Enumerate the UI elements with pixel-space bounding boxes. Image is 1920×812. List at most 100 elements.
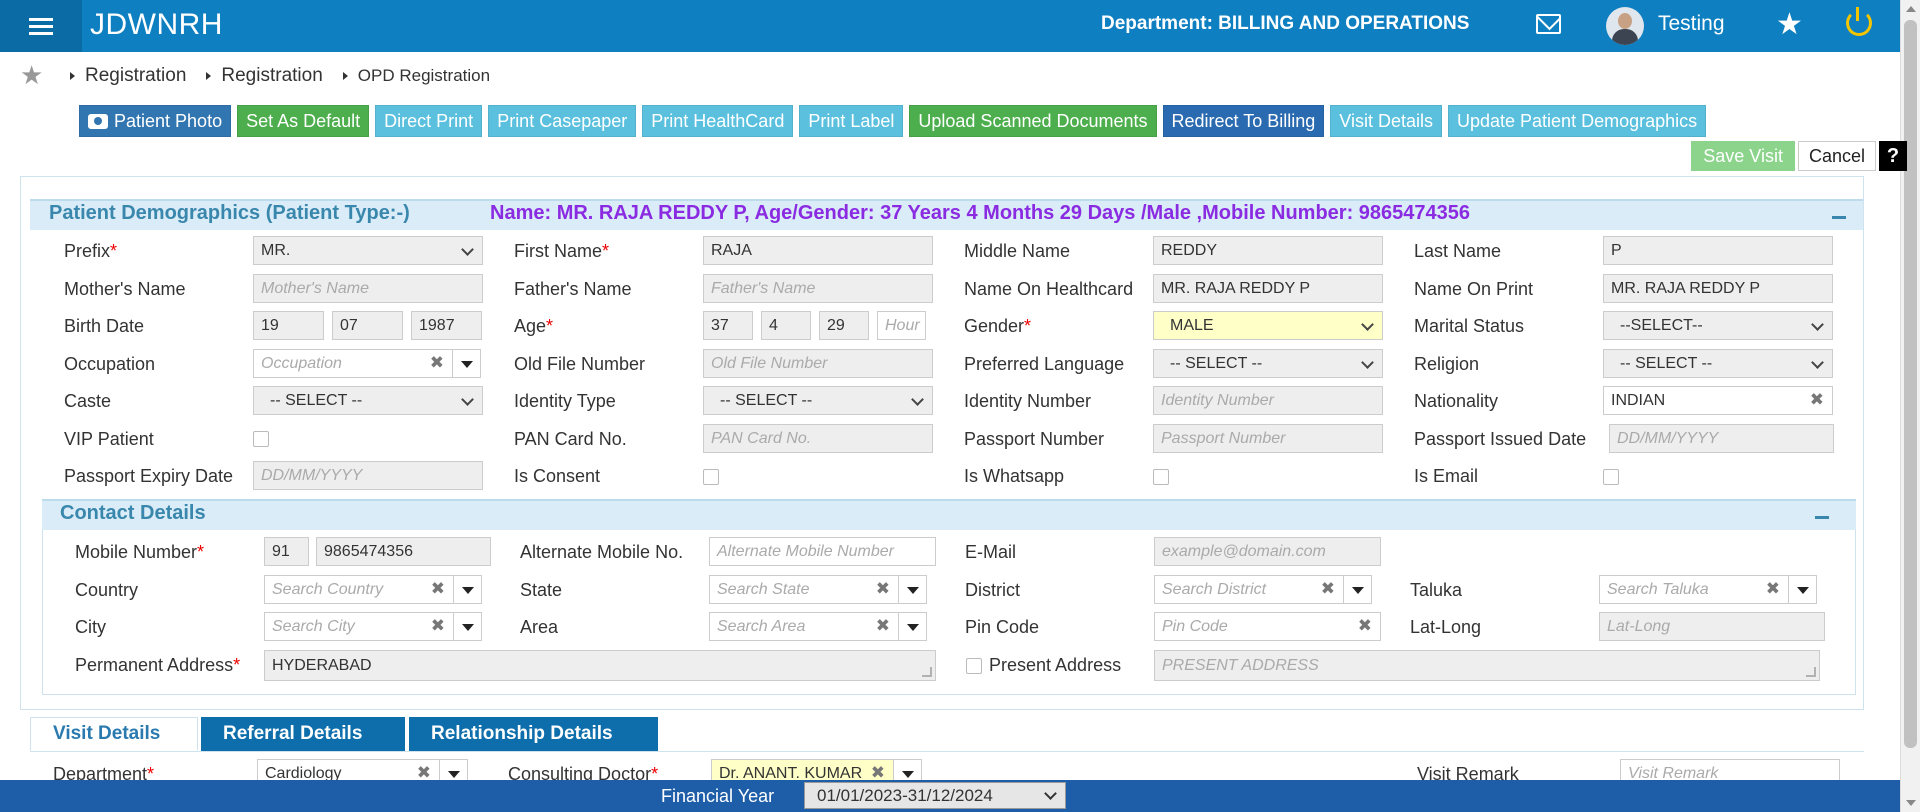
birth-year-field[interactable]: 1987 — [411, 311, 482, 340]
menu-toggle-button[interactable] — [0, 0, 82, 52]
latlong-field[interactable]: Lat-Long — [1599, 612, 1825, 641]
identity-type-select[interactable]: -- SELECT -- — [703, 386, 933, 415]
visit-details-button[interactable]: Visit Details — [1330, 105, 1442, 137]
mail-icon[interactable] — [1536, 14, 1561, 34]
religion-select[interactable]: -- SELECT -- — [1603, 349, 1833, 378]
upload-documents-button[interactable]: Upload Scanned Documents — [909, 105, 1157, 137]
birth-day-field[interactable]: 19 — [253, 311, 324, 340]
pin-field[interactable]: Pin Code ✖ — [1154, 612, 1381, 641]
last-name-field[interactable]: P — [1603, 236, 1833, 265]
mobile-number-field[interactable]: 9865474356 — [316, 537, 491, 566]
birth-month-field[interactable]: 07 — [332, 311, 403, 340]
state-field[interactable]: Search State ✖ — [709, 575, 899, 604]
gender-select[interactable]: MALE — [1153, 311, 1383, 340]
old-file-field[interactable]: Old File Number — [703, 349, 933, 378]
preferred-language-label: Preferred Language — [964, 354, 1125, 374]
middle-name-field[interactable]: REDDY — [1153, 236, 1383, 265]
present-address-field[interactable]: PRESENT ADDRESS — [1154, 650, 1820, 681]
clear-icon[interactable]: ✖ — [431, 616, 445, 636]
direct-print-button[interactable]: Direct Print — [375, 105, 483, 137]
clear-icon[interactable]: ✖ — [1358, 616, 1372, 636]
avatar[interactable] — [1606, 7, 1644, 45]
country-field[interactable]: Search Country ✖ — [264, 575, 454, 604]
whatsapp-label: Is Whatsapp — [964, 466, 1065, 486]
email-checkbox[interactable] — [1603, 469, 1619, 485]
occupation-dropdown-icon[interactable] — [453, 349, 481, 378]
clear-icon[interactable]: ✖ — [876, 579, 890, 599]
whatsapp-checkbox[interactable] — [1153, 469, 1169, 485]
city-field[interactable]: Search City ✖ — [264, 612, 454, 641]
tab-referral-details[interactable]: Referral Details — [201, 717, 405, 751]
vip-patient-label: VIP Patient — [64, 429, 154, 449]
redirect-billing-button[interactable]: Redirect To Billing — [1162, 105, 1325, 137]
clear-icon[interactable]: ✖ — [876, 616, 890, 636]
marital-status-select[interactable]: --SELECT-- — [1603, 311, 1833, 340]
user-name[interactable]: Testing — [1658, 12, 1725, 36]
power-icon[interactable] — [1846, 7, 1872, 36]
name-healthcard-field[interactable]: MR. RAJA REDDY P — [1153, 274, 1383, 303]
favorite-star-icon[interactable]: ★ — [20, 60, 50, 91]
mother-name-field[interactable]: Mother's Name — [253, 274, 483, 303]
help-button[interactable]: ? — [1879, 141, 1907, 171]
age-hours-field[interactable]: Hour — [877, 311, 926, 340]
print-casepaper-button[interactable]: Print Casepaper — [488, 105, 637, 137]
caste-select[interactable]: -- SELECT -- — [253, 386, 483, 415]
identity-number-field[interactable]: Identity Number — [1153, 386, 1383, 415]
taluka-dropdown-icon[interactable] — [1789, 575, 1817, 604]
collapse-contact-icon[interactable] — [1815, 516, 1829, 519]
consent-checkbox[interactable] — [703, 469, 719, 485]
alt-mobile-field[interactable]: Alternate Mobile Number — [709, 537, 936, 566]
clear-icon[interactable]: ✖ — [431, 579, 445, 599]
clear-icon[interactable]: ✖ — [1321, 579, 1335, 599]
birth-date-label: Birth Date — [64, 316, 145, 336]
email-field[interactable]: example@domain.com — [1154, 537, 1381, 566]
occupation-field[interactable]: Occupation ✖ — [253, 349, 453, 378]
district-field[interactable]: Search District ✖ — [1154, 575, 1344, 604]
district-dropdown-icon[interactable] — [1344, 575, 1372, 604]
passport-issued-field[interactable]: DD/MM/YYYY — [1609, 424, 1834, 453]
print-label-button[interactable]: Print Label — [799, 105, 904, 137]
breadcrumb-item[interactable]: Registration — [206, 65, 322, 87]
resize-handle-icon[interactable] — [922, 667, 932, 677]
age-months-field[interactable]: 4 — [761, 311, 811, 340]
print-healthcard-button[interactable]: Print HealthCard — [642, 105, 794, 137]
age-years-field[interactable]: 37 — [703, 311, 753, 340]
perm-address-field[interactable]: HYDERABAD — [264, 650, 936, 681]
patient-photo-button[interactable]: Patient Photo — [79, 105, 232, 137]
pan-field[interactable]: PAN Card No. — [703, 424, 933, 453]
breadcrumb-item[interactable]: Registration — [70, 65, 186, 87]
vip-patient-checkbox[interactable] — [253, 431, 269, 447]
tab-relationship-details[interactable]: Relationship Details — [409, 717, 658, 751]
age-days-field[interactable]: 29 — [819, 311, 869, 340]
city-dropdown-icon[interactable] — [454, 612, 482, 641]
passport-number-field[interactable]: Passport Number — [1153, 424, 1383, 453]
country-dropdown-icon[interactable] — [454, 575, 482, 604]
update-demographics-button[interactable]: Update Patient Demographics — [1447, 105, 1707, 137]
taluka-field[interactable]: Search Taluka ✖ — [1599, 575, 1789, 604]
save-visit-button[interactable]: Save Visit — [1691, 141, 1795, 171]
department-label: Department: BILLING AND OPERATIONS — [1101, 13, 1470, 34]
name-print-field[interactable]: MR. RAJA REDDY P — [1603, 274, 1833, 303]
mobile-code-field[interactable]: 91 — [264, 537, 309, 566]
star-icon[interactable]: ★ — [1776, 7, 1803, 42]
prefix-select[interactable]: MR. — [253, 236, 483, 265]
state-dropdown-icon[interactable] — [899, 575, 927, 604]
camera-icon — [88, 113, 108, 129]
passport-expiry-field[interactable]: DD/MM/YYYY — [253, 461, 483, 490]
set-default-button[interactable]: Set As Default — [237, 105, 370, 137]
collapse-demographics-icon[interactable] — [1832, 216, 1846, 219]
tab-visit-details[interactable]: Visit Details — [30, 717, 198, 751]
cancel-button[interactable]: Cancel — [1797, 141, 1876, 171]
father-name-field[interactable]: Father's Name — [703, 274, 933, 303]
area-dropdown-icon[interactable] — [899, 612, 927, 641]
present-address-checkbox[interactable] — [966, 658, 982, 674]
first-name-field[interactable]: RAJA — [703, 236, 933, 265]
clear-icon[interactable]: ✖ — [430, 353, 444, 373]
nationality-field[interactable]: INDIAN ✖ — [1603, 386, 1833, 415]
area-field[interactable]: Search Area ✖ — [709, 612, 899, 641]
preferred-language-select[interactable]: -- SELECT -- — [1153, 349, 1383, 378]
clear-icon[interactable]: ✖ — [1810, 390, 1824, 410]
clear-icon[interactable]: ✖ — [1766, 579, 1780, 599]
resize-handle-icon[interactable] — [1806, 667, 1816, 677]
financial-year-select[interactable]: 01/01/2023-31/12/2024 — [804, 782, 1066, 809]
